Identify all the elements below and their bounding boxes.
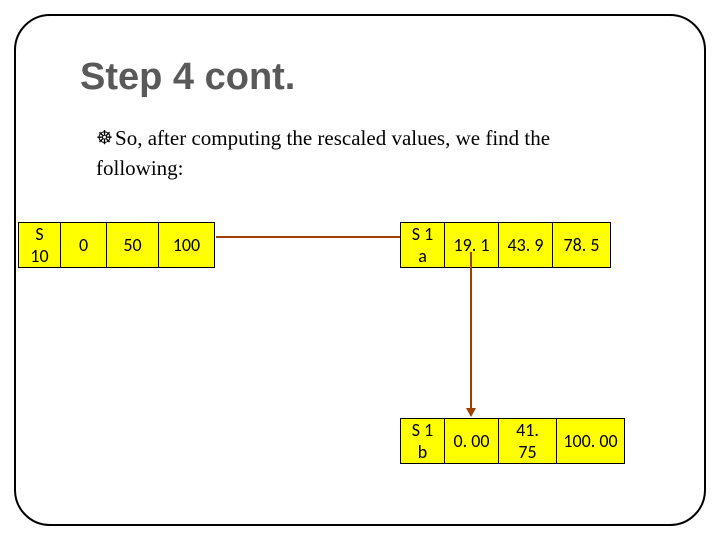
cell-label: S 1 a (401, 223, 445, 268)
slide: Step 4 cont. ☸So, after computing the re… (0, 0, 720, 540)
cell-value: 19. 1 (445, 223, 499, 268)
table-s1b: S 1 b 0. 00 41. 75 100. 00 (400, 418, 625, 464)
table-s1a: S 1 a 19. 1 43. 9 78. 5 (400, 222, 611, 268)
connector-vertical (470, 252, 472, 412)
table-row: S 10 0 50 100 (19, 223, 215, 268)
bullet-icon: ☸ (96, 126, 113, 152)
cell-value: 43. 9 (499, 223, 553, 268)
cell-label: S 10 (19, 223, 61, 268)
body-line-2: following: (96, 154, 656, 182)
arrowhead-icon (466, 408, 476, 417)
cell-value: 78. 5 (553, 223, 611, 268)
body-text: ☸So, after computing the rescaled values… (96, 124, 656, 183)
connector-horizontal (216, 236, 400, 238)
table-s10: S 10 0 50 100 (18, 222, 215, 268)
cell-value: 0 (61, 223, 107, 268)
cell-value: 100 (159, 223, 215, 268)
cell-label: S 1 b (401, 419, 445, 464)
cell-value: 41. 75 (499, 419, 557, 464)
cell-value: 100. 00 (557, 419, 625, 464)
body-line-1: So, after computing the rescaled values,… (115, 126, 550, 150)
table-row: S 1 b 0. 00 41. 75 100. 00 (401, 419, 625, 464)
table-row: S 1 a 19. 1 43. 9 78. 5 (401, 223, 611, 268)
cell-value: 50 (107, 223, 159, 268)
cell-value: 0. 00 (445, 419, 499, 464)
slide-title: Step 4 cont. (80, 56, 295, 99)
